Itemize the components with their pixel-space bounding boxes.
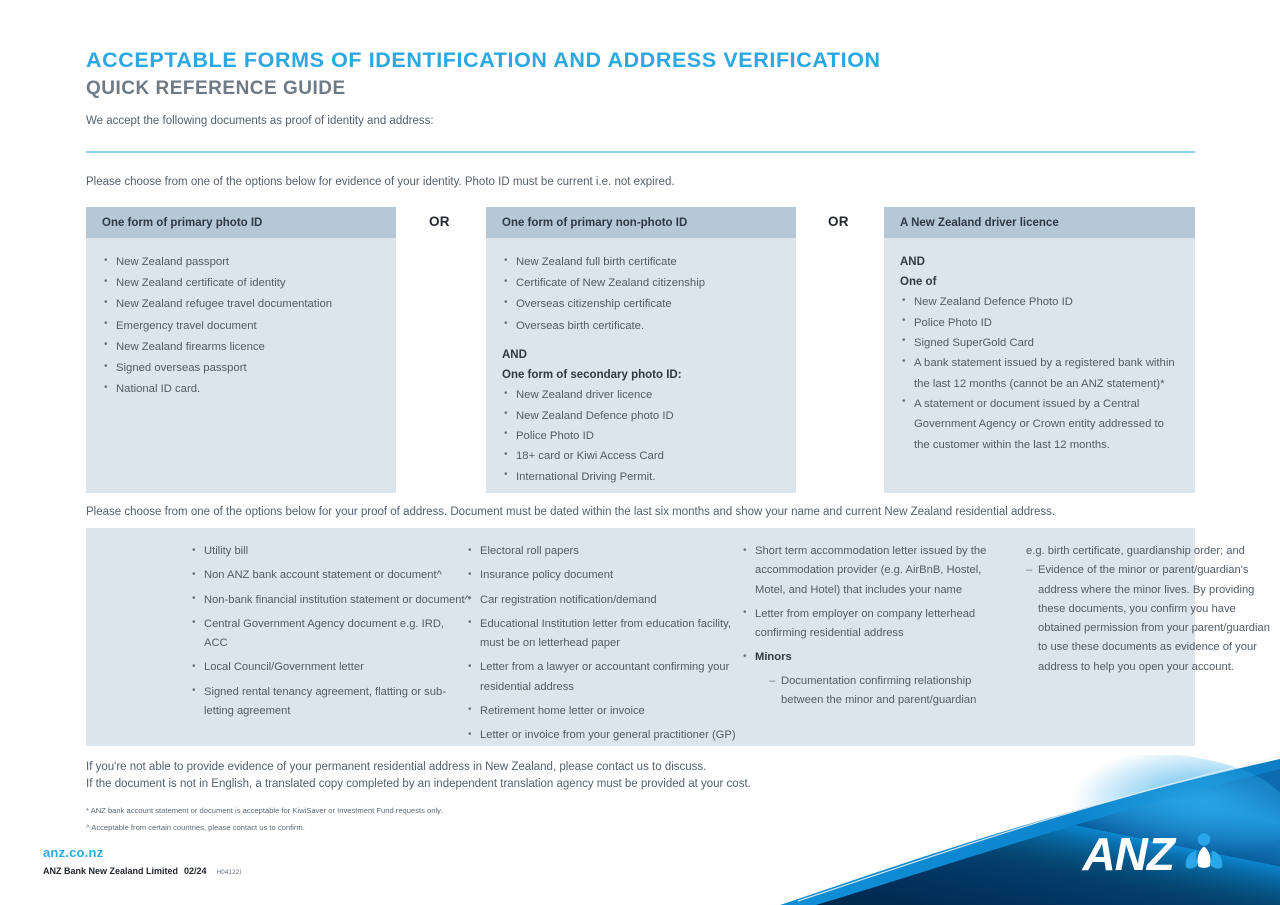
box-body: AND One of New Zealand Defence Photo ID … bbox=[884, 238, 1195, 467]
identity-list-secondary-photo: New Zealand driver licence New Zealand D… bbox=[502, 385, 782, 487]
footer-note-line-2: If the document is not in English, a tra… bbox=[86, 778, 751, 790]
legal-date: 02/24 bbox=[184, 866, 207, 876]
legal-entity-line: ANZ Bank New Zealand Limited 02/24 H04122I bbox=[43, 866, 241, 876]
footnote-asterisk: * ANZ bank account statement or document… bbox=[86, 806, 443, 815]
list-item: A statement or document issued by a Cent… bbox=[900, 393, 1181, 455]
list-item: Letter or invoice from your general prac… bbox=[466, 726, 736, 745]
and-label: AND bbox=[502, 348, 527, 361]
footnote-caret: ^ Acceptable from certain countries, ple… bbox=[86, 823, 305, 832]
identity-intro-text: Please choose from one of the options be… bbox=[86, 176, 675, 188]
list-item: Short term accommodation letter issued b… bbox=[741, 542, 996, 600]
list-item: Signed rental tenancy agreement, flattin… bbox=[190, 682, 470, 722]
list-item: Police Photo ID bbox=[502, 425, 782, 446]
page-title: ACCEPTABLE FORMS OF IDENTIFICATION AND A… bbox=[86, 48, 881, 72]
list-item: New Zealand refugee travel documentation bbox=[102, 294, 382, 315]
identity-option-box-primary-photo-id: One form of primary photo ID New Zealand… bbox=[86, 207, 396, 493]
legal-doc-code: H04122I bbox=[216, 869, 242, 876]
list-item: Police Photo ID bbox=[900, 312, 1181, 333]
intro-text: We accept the following documents as pro… bbox=[86, 115, 434, 127]
list-item: Documentation confirming relationship be… bbox=[769, 672, 996, 711]
list-item: New Zealand certificate of identity bbox=[102, 273, 382, 294]
list-item: Car registration notification/demand bbox=[466, 590, 736, 610]
list-item: Non-bank financial institution statement… bbox=[190, 590, 470, 610]
or-separator-2: OR bbox=[828, 214, 849, 229]
list-item: Utility bill bbox=[190, 541, 470, 561]
one-of-heading: One of bbox=[900, 276, 937, 289]
box-heading: A New Zealand driver licence bbox=[884, 207, 1195, 238]
identity-list-driver-licence-supporting: New Zealand Defence Photo ID Police Phot… bbox=[900, 292, 1181, 455]
identity-list-primary-photo: New Zealand passport New Zealand certifi… bbox=[102, 251, 382, 401]
box-body: New Zealand full birth certificate Certi… bbox=[486, 238, 796, 499]
address-column-4: e.g. birth certificate, guardianship ord… bbox=[1026, 542, 1271, 677]
identity-list-primary-non-photo: New Zealand full birth certificate Certi… bbox=[502, 251, 782, 337]
list-item: Insurance policy document bbox=[466, 566, 736, 585]
anz-logo: ANZ bbox=[1082, 830, 1228, 878]
address-list-2: Electoral roll papers Insurance policy d… bbox=[466, 541, 736, 745]
address-column-1: Utility bill Non ANZ bank account statem… bbox=[190, 541, 470, 722]
list-item: A bank statement issued by a registered … bbox=[900, 353, 1181, 394]
list-item: Retirement home letter or invoice bbox=[466, 701, 736, 721]
list-item: Central Government Agency document e.g. … bbox=[190, 614, 470, 654]
list-item: Letter from a lawyer or accountant confi… bbox=[466, 658, 736, 697]
address-column-3: Short term accommodation letter issued b… bbox=[741, 542, 996, 710]
list-item: Educational Institution letter from educ… bbox=[466, 614, 736, 654]
address-list-1: Utility bill Non ANZ bank account statem… bbox=[190, 541, 470, 722]
identity-option-box-primary-non-photo-id: One form of primary non-photo ID New Zea… bbox=[486, 207, 796, 493]
list-item: New Zealand Defence photo ID bbox=[502, 405, 782, 426]
minors-label: Minors bbox=[755, 651, 792, 664]
identity-option-box-driver-licence: A New Zealand driver licence AND One of … bbox=[884, 207, 1195, 493]
minors-sublist: Documentation confirming relationship be… bbox=[755, 672, 996, 711]
page-subtitle: QUICK REFERENCE GUIDE bbox=[86, 78, 346, 99]
list-item: Certificate of New Zealand citizenship bbox=[502, 273, 782, 294]
box-heading: One form of primary photo ID bbox=[86, 207, 396, 238]
or-separator-1: OR bbox=[429, 214, 450, 229]
and-label: AND bbox=[900, 256, 925, 268]
document-page: ACCEPTABLE FORMS OF IDENTIFICATION AND A… bbox=[0, 0, 1280, 905]
list-item: 18+ card or Kiwi Access Card bbox=[502, 446, 782, 466]
address-columns: Utility bill Non ANZ bank account statem… bbox=[86, 528, 1270, 746]
list-item: Electoral roll papers bbox=[466, 541, 736, 561]
box-body: New Zealand passport New Zealand certifi… bbox=[86, 238, 396, 413]
list-item: New Zealand driver licence bbox=[502, 385, 782, 405]
list-item: New Zealand Defence Photo ID bbox=[900, 292, 1181, 312]
secondary-photo-id-heading: One form of secondary photo ID: bbox=[502, 369, 682, 382]
list-item: Overseas citizenship certificate bbox=[502, 294, 782, 315]
address-column-2: Electoral roll papers Insurance policy d… bbox=[466, 541, 736, 745]
list-item: Signed SuperGold Card bbox=[900, 332, 1181, 353]
legal-entity-name: ANZ Bank New Zealand Limited bbox=[43, 866, 179, 876]
website-link[interactable]: anz.co.nz bbox=[43, 845, 103, 860]
anz-lotus-icon bbox=[1185, 833, 1223, 869]
footer-note-line-1: If you're not able to provide evidence o… bbox=[86, 761, 707, 773]
address-options-box: Utility bill Non ANZ bank account statem… bbox=[86, 528, 1270, 746]
address-list-3: Short term accommodation letter issued b… bbox=[741, 542, 996, 710]
list-item: New Zealand firearms licence bbox=[102, 336, 382, 358]
list-item: Signed overseas passport bbox=[102, 358, 382, 379]
address-intro-text: Please choose from one of the options be… bbox=[86, 506, 1056, 518]
list-item: International Driving Permit. bbox=[502, 466, 782, 487]
box-heading: One form of primary non-photo ID bbox=[486, 207, 796, 238]
minors-continuation-text: e.g. birth certificate, guardianship ord… bbox=[1026, 545, 1245, 557]
list-item: Local Council/Government letter bbox=[190, 658, 470, 677]
list-item: Overseas birth certificate. bbox=[502, 315, 782, 337]
list-item: Emergency travel document bbox=[102, 315, 382, 337]
list-item: Non ANZ bank account statement or docume… bbox=[190, 566, 470, 585]
minors-evidence-text: Evidence of the minor or parent/guardian… bbox=[1026, 561, 1271, 677]
list-item: New Zealand full birth certificate bbox=[502, 251, 782, 273]
header-divider bbox=[86, 151, 1195, 153]
list-item: National ID card. bbox=[102, 379, 382, 400]
anz-wordmark: ANZ bbox=[1082, 828, 1175, 880]
list-item-minors: Minors Documentation confirming relation… bbox=[741, 648, 996, 710]
list-item: New Zealand passport bbox=[102, 251, 382, 273]
list-item: Letter from employer on company letterhe… bbox=[741, 604, 996, 644]
